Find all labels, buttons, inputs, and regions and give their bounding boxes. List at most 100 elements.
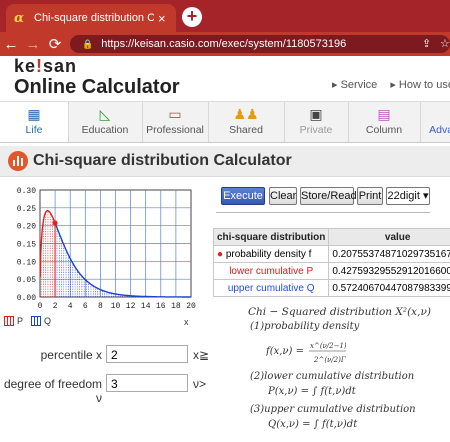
- lock-icon: 🔒: [82, 38, 94, 49]
- category-education[interactable]: ◺ Education: [68, 102, 143, 142]
- y-tick-label: 0.00: [17, 294, 36, 303]
- bookmark-star-icon[interactable]: ☆: [440, 37, 450, 50]
- chart-category-icon: [8, 151, 28, 171]
- chart-legend: P Q: [4, 316, 51, 326]
- y-tick-label: 0.25: [17, 205, 36, 214]
- tab-title: Chi-square distribution Calculato: [34, 12, 154, 24]
- y-tick-label: 0.20: [17, 223, 36, 232]
- category-professional[interactable]: ▭ Professional: [142, 102, 209, 142]
- browser-toolbar: ← → ⟳ 🔒 https://keisan.casio.com/exec/sy…: [0, 32, 450, 56]
- y-tick-label: 0.15: [17, 241, 36, 250]
- lower-cdf-formula: P(x,ν) = ∫ f(t,ν)dt: [268, 386, 357, 397]
- x-tick-label: 10: [111, 302, 121, 311]
- tab-close-icon[interactable]: ×: [158, 11, 166, 26]
- formula-heading-2: (2)lower cumulative distribution: [250, 371, 415, 382]
- x-tick-label: 2: [53, 302, 58, 311]
- browser-tab[interactable]: α Chi-square distribution Calculato ×: [6, 4, 176, 32]
- x-tick-label: 18: [171, 302, 181, 311]
- service-link[interactable]: ▸ Service: [332, 79, 377, 91]
- legend-p-swatch: [4, 316, 14, 326]
- svg-text:P(x,ν) = ∫ f(t,ν)dt: P(x,ν) = ∫ f(t,ν)dt: [268, 386, 357, 397]
- calc-icon: ▦: [27, 106, 41, 122]
- svg-text:2^(ν/2)Γ(ν/2): 2^(ν/2)Γ(ν/2): [313, 356, 346, 364]
- share-icon[interactable]: ⇪: [422, 37, 431, 50]
- people-icon: ♟♟: [233, 106, 259, 122]
- red-dot-icon: ●: [217, 248, 224, 260]
- table-header: value: [328, 228, 450, 246]
- x-tick-label: 6: [83, 302, 88, 311]
- upper-cumulative-value: 0.5724067044708798339991: [328, 279, 450, 297]
- category-nav: ▦ Life ◺ Education ▭ Professional ♟♟ Sha…: [0, 101, 450, 143]
- back-arrow-icon[interactable]: ←: [0, 36, 22, 53]
- svg-text:f(x,ν) =: f(x,ν) =: [266, 346, 304, 357]
- formula-heading-1: (1)probability density: [250, 321, 360, 332]
- dof-input[interactable]: 3: [106, 374, 188, 392]
- book-icon: ▭: [168, 106, 182, 122]
- dof-constraint: ν>: [193, 377, 207, 391]
- percentile-marker: [52, 220, 58, 226]
- url-text: https://keisan.casio.com/exec/system/118…: [101, 38, 347, 50]
- density-formula: f(x,ν) = x^(ν/2−1)e^(−x/2) 2^(ν/2)Γ(ν/2): [266, 342, 346, 364]
- page-title: Chi-square distribution Calculator: [33, 152, 292, 169]
- lower-cumulative-label: lower cumulative P: [212, 262, 330, 280]
- y-tick-label: 0.30: [17, 187, 36, 196]
- upper-cumulative-label: upper cumulative Q: [212, 279, 330, 297]
- print-button[interactable]: Print: [357, 187, 383, 205]
- lower-cumulative-value: 0.427593295529120166001: [328, 262, 450, 280]
- divider: [216, 212, 430, 213]
- legend-q-label: Q: [44, 316, 52, 326]
- dof-label: degree of freedom ν: [3, 377, 102, 405]
- percentile-label: percentile x: [40, 348, 102, 362]
- density-label: ● probability density f: [212, 245, 330, 263]
- how-to-use-link[interactable]: ▸ How to use: [390, 79, 450, 91]
- table-row: upper cumulative Q 0.5724067044708798339…: [212, 279, 450, 297]
- category-life[interactable]: ▦ Life: [0, 102, 69, 142]
- density-value: 0.2075537487102973516701: [328, 245, 450, 263]
- x-axis-label: x: [184, 317, 189, 327]
- digits-select[interactable]: 22digit ▾: [386, 187, 430, 205]
- result-table: chi-square distribution value ● probabil…: [212, 228, 450, 297]
- x-tick-label: 12: [126, 302, 136, 311]
- table-header-row: chi-square distribution value: [212, 228, 450, 246]
- x-tick-label: 0: [38, 302, 43, 311]
- forward-arrow-icon[interactable]: →: [22, 36, 44, 53]
- triangle-icon: ◺: [99, 106, 111, 122]
- y-tick-label: 0.10: [17, 258, 36, 267]
- upper-cdf-formula: Q(x,ν) = ∫ f(t,ν)dt: [268, 419, 358, 430]
- clear-button[interactable]: Clear: [269, 187, 297, 205]
- site-favicon-icon: α: [14, 10, 25, 26]
- table-header: chi-square distribution: [212, 228, 330, 246]
- x-tick-label: 14: [141, 302, 151, 311]
- x-tick-label: 8: [98, 302, 103, 311]
- category-advanced[interactable]: Advan: [424, 102, 450, 142]
- address-bar[interactable]: 🔒 https://keisan.casio.com/exec/system/1…: [70, 35, 450, 53]
- page-title-bar: Chi-square distribution Calculator: [0, 146, 450, 177]
- percentile-constraint: x≧: [193, 348, 210, 362]
- legend-q-swatch: [31, 316, 42, 326]
- table-row: ● probability density f 0.20755374871029…: [212, 245, 450, 263]
- browser-tab-strip: α Chi-square distribution Calculato × +: [0, 0, 450, 32]
- store-read-button[interactable]: Store/Read: [300, 187, 357, 205]
- chi-square-chart: 0.00 0.05 0.10 0.15 0.20 0.25 0.30 0 2 4 6 8 10 12 14 1…: [17, 187, 196, 311]
- svg-text:Q(x,ν) = ∫ f(t,ν)dt: Q(x,ν) = ∫ f(t,ν)dt: [268, 419, 358, 430]
- execute-button[interactable]: Execute: [221, 187, 265, 205]
- site-logo-subtitle[interactable]: Online Calculator: [14, 76, 180, 99]
- x-tick-label: 4: [68, 302, 73, 311]
- percentile-input[interactable]: 2: [106, 345, 188, 363]
- formula-heading-3: (3)upper cumulative distribution: [250, 404, 416, 415]
- top-links: ▸ Service ▸ How to use: [332, 78, 450, 91]
- x-tick-label: 20: [186, 302, 196, 311]
- category-column[interactable]: ▤ Column: [348, 102, 421, 142]
- category-shared[interactable]: ♟♟ Shared: [208, 102, 285, 142]
- table-row: lower cumulative P 0.4275932955291201660…: [212, 262, 450, 280]
- private-icon: ▣: [309, 106, 323, 122]
- column-icon: ▤: [377, 106, 391, 122]
- category-private[interactable]: ▣ Private: [284, 102, 349, 142]
- site-logo[interactable]: ke!san: [14, 56, 77, 77]
- legend-p-label: P: [17, 316, 24, 326]
- x-tick-label: 16: [156, 302, 166, 311]
- new-tab-button[interactable]: +: [182, 7, 202, 27]
- y-tick-label: 0.05: [17, 276, 36, 285]
- svg-text:x^(ν/2−1)e^(−x/2): x^(ν/2−1)e^(−x/2): [310, 342, 346, 350]
- reload-icon[interactable]: ⟳: [44, 35, 66, 53]
